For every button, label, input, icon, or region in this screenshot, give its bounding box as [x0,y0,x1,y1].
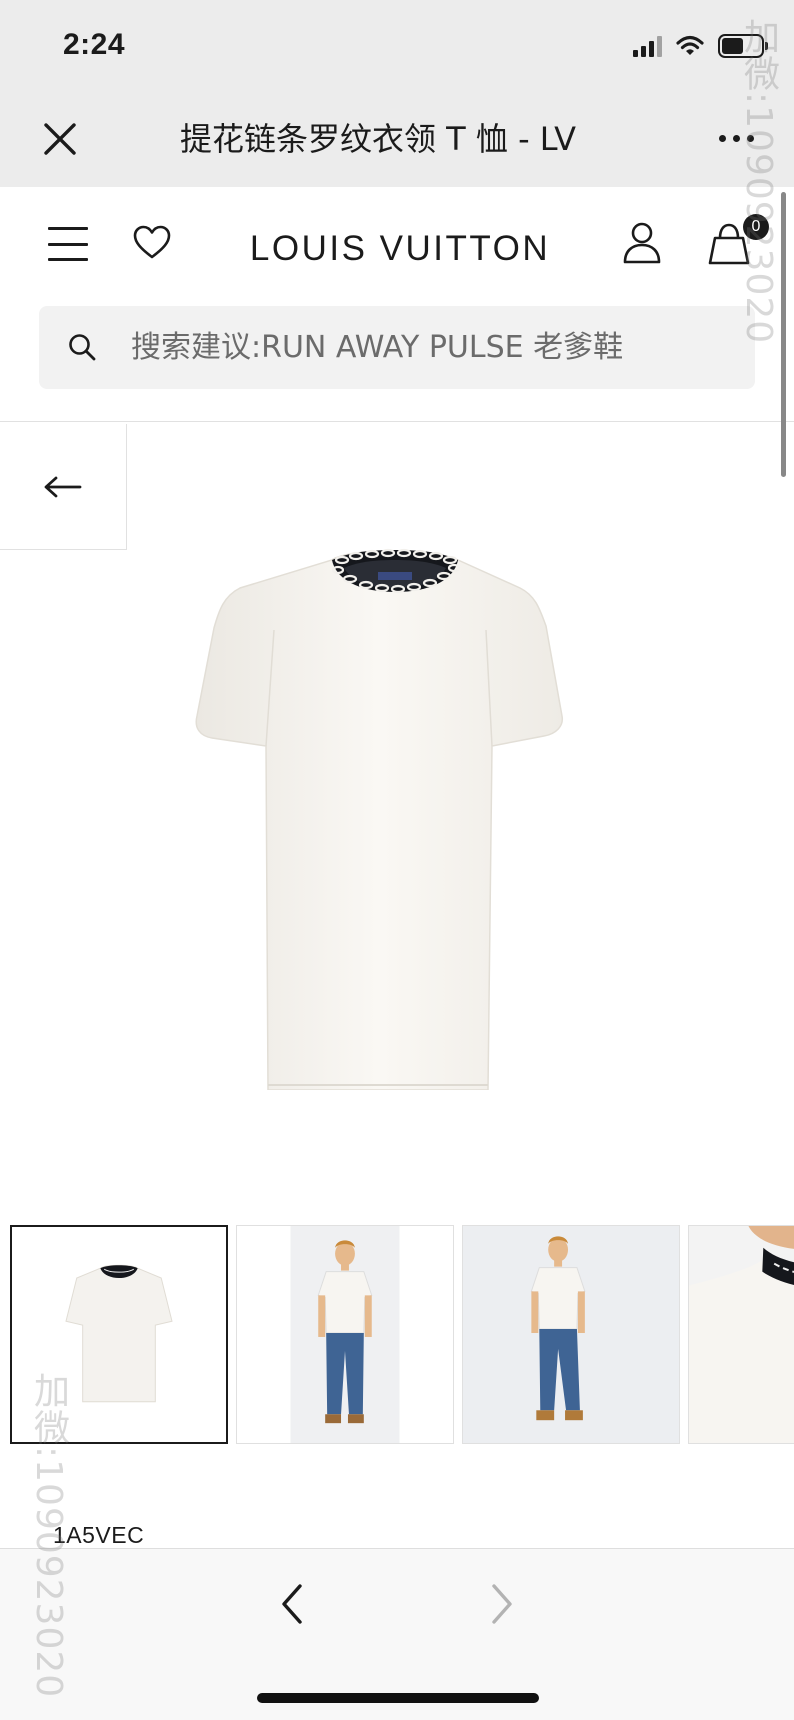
site-header: LOUIS VUITTON 搜索建议:RUN AWAY PULSE 老爹鞋 [0,187,794,422]
thumbnail-strip [10,1225,794,1447]
thumbnail-3[interactable] [462,1225,680,1444]
close-button[interactable] [38,117,82,161]
gallery-back-button[interactable] [0,424,127,550]
browser-bar: 提花链条罗纹衣领 T 恤 - LV [0,95,794,187]
collar-detail-thumbnail [689,1226,794,1443]
model-front-thumbnail [237,1226,453,1443]
home-indicator [257,1693,539,1703]
menu-button[interactable] [48,227,88,261]
search-input[interactable]: 搜索建议:RUN AWAY PULSE 老爹鞋 [131,328,623,368]
more-icon [719,135,726,142]
search-bar[interactable]: 搜索建议:RUN AWAY PULSE 老爹鞋 [39,306,755,389]
chevron-right-icon[interactable] [482,1579,522,1629]
status-time: 2:24 [63,28,126,61]
browser-bottom-bar [0,1548,794,1720]
chevron-left-icon[interactable] [272,1579,312,1629]
watermark-bottom: 加微:1090923020 [28,1372,69,1699]
status-bar: 2:24 [0,0,794,95]
thumbnail-2[interactable] [236,1225,454,1444]
brand-logo[interactable]: LOUIS VUITTON [240,229,560,269]
arrow-left-icon [44,476,82,497]
browser-title: 提花链条罗纹衣领 T 恤 - LV [180,120,576,158]
heart-icon[interactable] [132,223,172,263]
user-icon[interactable] [622,221,662,265]
search-icon [69,334,96,361]
product-image[interactable] [170,530,620,1090]
signal-icon [633,35,662,57]
wifi-icon [676,35,704,55]
close-icon [44,123,76,155]
model-front-2-thumbnail [463,1226,679,1443]
watermark-top: 加微:1090923020 [738,18,779,345]
thumbnail-4[interactable] [688,1225,794,1444]
